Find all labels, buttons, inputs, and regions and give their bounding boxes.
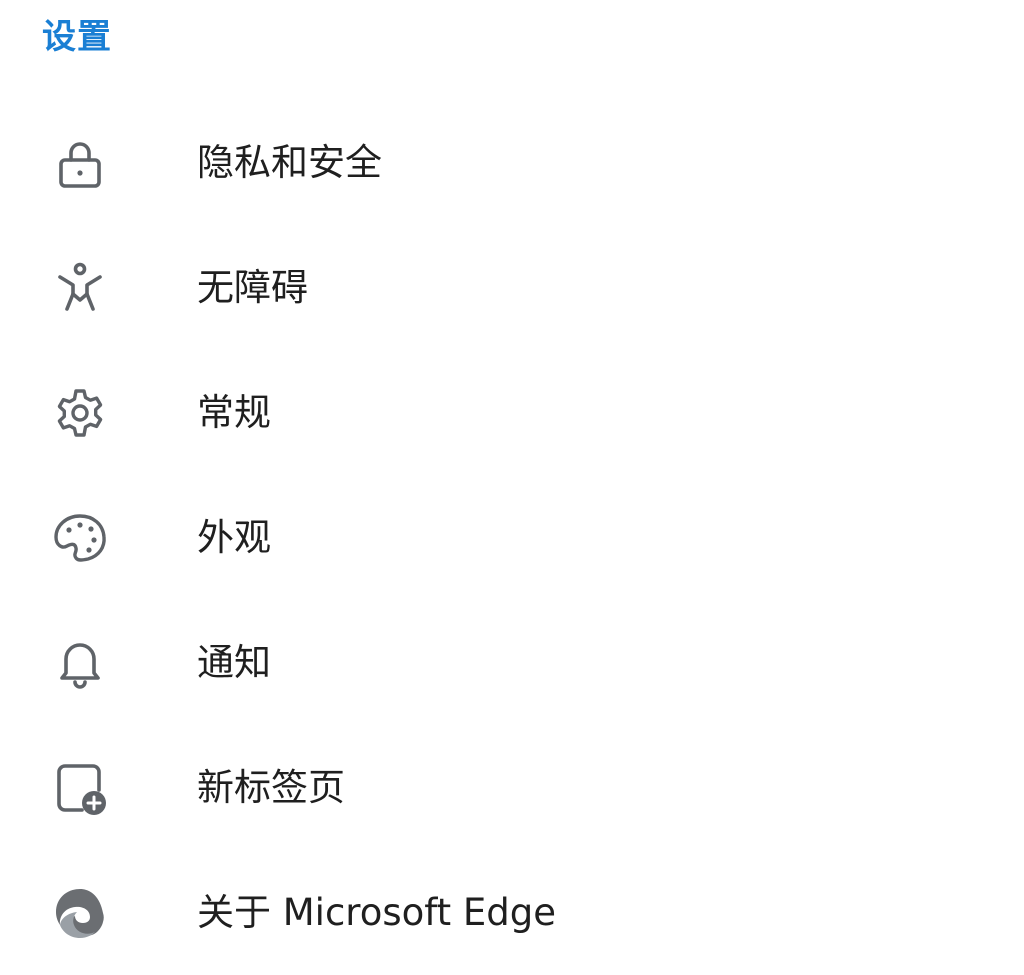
lock-icon	[52, 135, 108, 191]
menu-item-notifications[interactable]: 通知	[0, 600, 1024, 725]
edge-logo-icon	[52, 885, 108, 941]
page-title: 设置	[42, 17, 112, 57]
gear-icon	[52, 385, 108, 441]
palette-icon	[52, 510, 108, 566]
settings-menu: 隐私和安全 无障碍 常规 外观 通知 新标签页 关于 Microsoft Edg…	[0, 100, 1024, 975]
menu-item-general[interactable]: 常规	[0, 350, 1024, 475]
menu-item-label: 新标签页	[197, 765, 345, 809]
menu-item-label: 通知	[197, 640, 271, 684]
accessibility-icon	[52, 260, 108, 316]
menu-item-accessibility[interactable]: 无障碍	[0, 225, 1024, 350]
menu-item-appearance[interactable]: 外观	[0, 475, 1024, 600]
menu-item-about-edge[interactable]: 关于 Microsoft Edge	[0, 850, 1024, 975]
menu-item-label: 隐私和安全	[197, 140, 382, 184]
menu-item-label: 外观	[197, 515, 271, 559]
menu-item-label: 关于 Microsoft Edge	[197, 890, 557, 934]
bell-icon	[52, 635, 108, 691]
menu-item-privacy-security[interactable]: 隐私和安全	[0, 100, 1024, 225]
new-tab-icon	[52, 760, 108, 816]
menu-item-label: 无障碍	[197, 265, 308, 309]
menu-item-new-tab[interactable]: 新标签页	[0, 725, 1024, 850]
menu-item-label: 常规	[197, 390, 271, 434]
